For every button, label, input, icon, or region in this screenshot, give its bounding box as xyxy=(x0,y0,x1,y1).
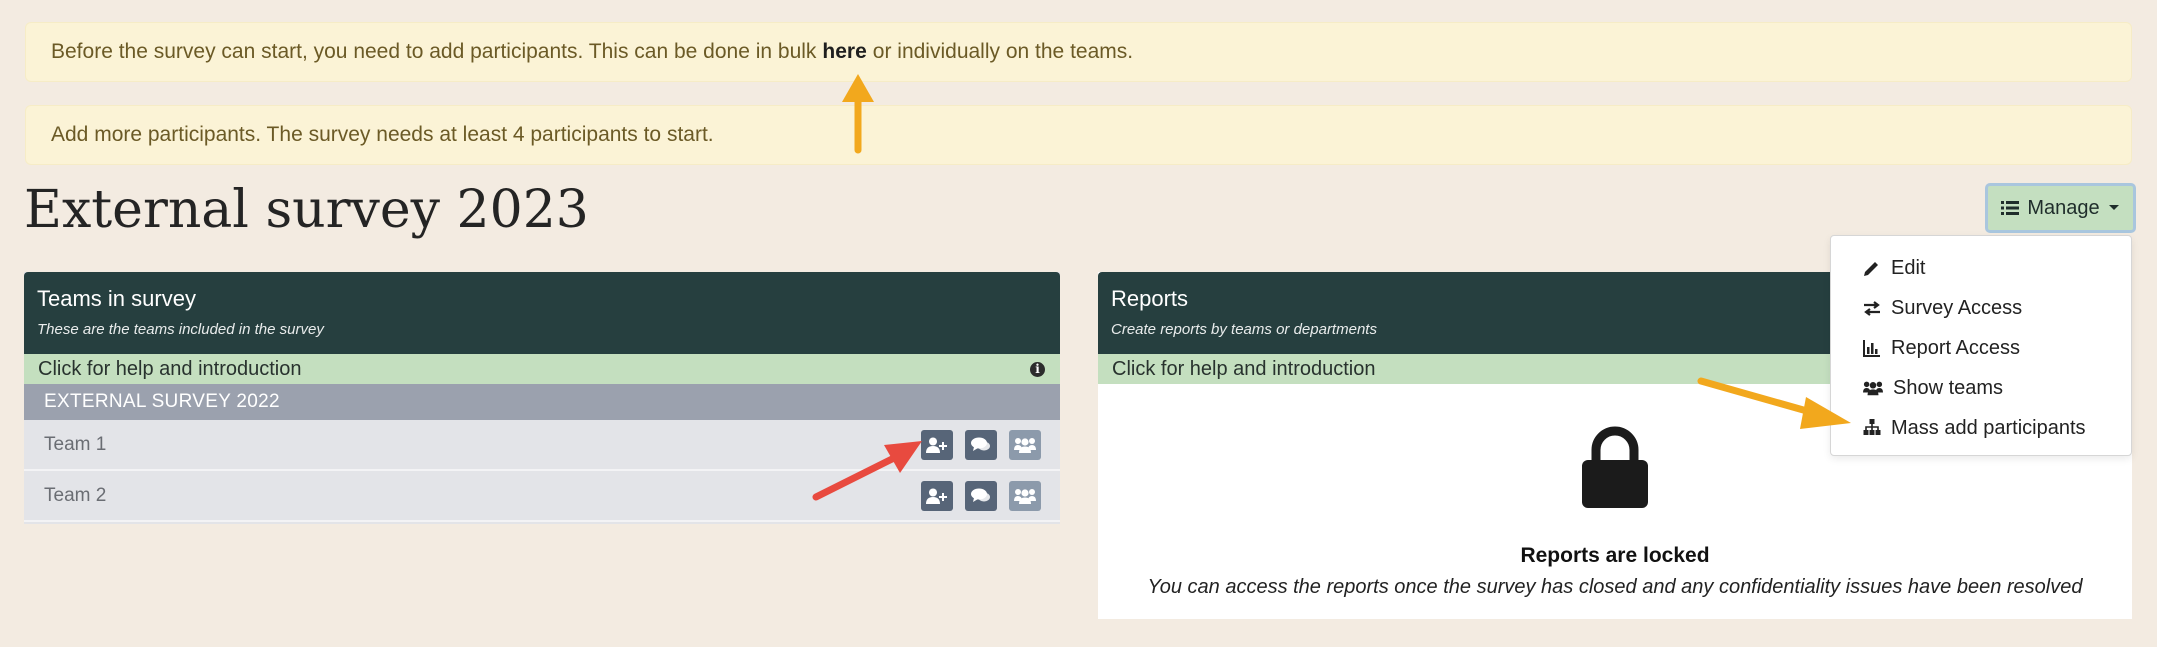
page-title: External survey 2023 xyxy=(24,180,589,240)
users-icon xyxy=(1863,381,1883,396)
exchange-icon xyxy=(1864,301,1880,316)
menu-item-label: Show teams xyxy=(1893,376,2004,399)
menu-item-report-access[interactable]: Report Access xyxy=(1831,328,2131,368)
menu-item-label: Edit xyxy=(1891,256,1926,279)
locked-description: You can access the reports once the surv… xyxy=(1147,576,2083,598)
menu-item-label: Survey Access xyxy=(1891,296,2023,319)
users-icon xyxy=(1014,488,1036,504)
caret-down-icon xyxy=(2108,205,2119,210)
team-members-button[interactable] xyxy=(1009,429,1041,460)
teams-help-bar[interactable]: Click for help and introduction i xyxy=(24,354,1060,384)
comments-icon xyxy=(971,488,990,502)
menu-item-show-teams[interactable]: Show teams xyxy=(1831,368,2131,408)
teams-panel-title: Teams in survey xyxy=(37,286,196,311)
min-participants-alert: Add more participants. The survey needs … xyxy=(25,105,2132,165)
menu-item-survey-access[interactable]: Survey Access xyxy=(1831,288,2131,328)
alert-text-after: or individually on the teams. xyxy=(872,40,1134,63)
teams-panel-subtitle: These are the teams included in the surv… xyxy=(37,321,324,338)
menu-item-label: Report Access xyxy=(1891,336,2020,359)
message-button[interactable] xyxy=(965,429,997,460)
annotation-arrow-red xyxy=(812,441,922,501)
teams-panel-header: Teams in survey These are the teams incl… xyxy=(24,272,1060,354)
sitemap-icon xyxy=(1863,419,1881,435)
menu-item-mass-add-participants[interactable]: Mass add participants xyxy=(1831,408,2131,448)
annotation-arrow-right xyxy=(1697,377,1851,429)
menu-item-edit[interactable]: Edit xyxy=(1831,248,2131,288)
bulk-add-link[interactable]: here xyxy=(822,40,866,64)
list-icon xyxy=(2001,201,2020,215)
alert-text-before: Before the survey can start, you need to… xyxy=(51,40,817,63)
user-plus-icon xyxy=(926,488,947,504)
pencil-icon xyxy=(1864,262,1878,276)
annotation-arrow-up xyxy=(842,74,874,154)
alert-text: Add more participants. The survey needs … xyxy=(51,123,714,146)
menu-item-label: Mass add participants xyxy=(1891,416,2086,439)
comments-icon xyxy=(971,437,990,451)
manage-label: Manage xyxy=(2027,196,2100,219)
manage-dropdown-menu: Edit Survey Access Report Access Show te… xyxy=(1830,235,2132,456)
locked-title: Reports are locked xyxy=(1520,544,1710,567)
users-icon xyxy=(1014,437,1036,453)
help-label: Click for help and introduction xyxy=(1112,357,1376,380)
help-label: Click for help and introduction xyxy=(38,357,302,380)
add-participant-button[interactable] xyxy=(921,429,953,460)
participants-alert: Before the survey can start, you need to… xyxy=(25,22,2132,82)
lock-icon xyxy=(1582,426,1648,508)
team-name: Team 1 xyxy=(44,433,107,455)
manage-button[interactable]: Manage xyxy=(1985,183,2136,233)
team-group-header: EXTERNAL SURVEY 2022 xyxy=(24,384,1060,420)
message-button[interactable] xyxy=(965,480,997,511)
add-participant-button[interactable] xyxy=(921,480,953,511)
info-icon[interactable]: i xyxy=(1030,361,1045,377)
team-members-button[interactable] xyxy=(1009,480,1041,511)
user-plus-icon xyxy=(926,437,947,453)
bar-chart-icon xyxy=(1863,340,1880,357)
team-name: Team 2 xyxy=(44,484,107,506)
